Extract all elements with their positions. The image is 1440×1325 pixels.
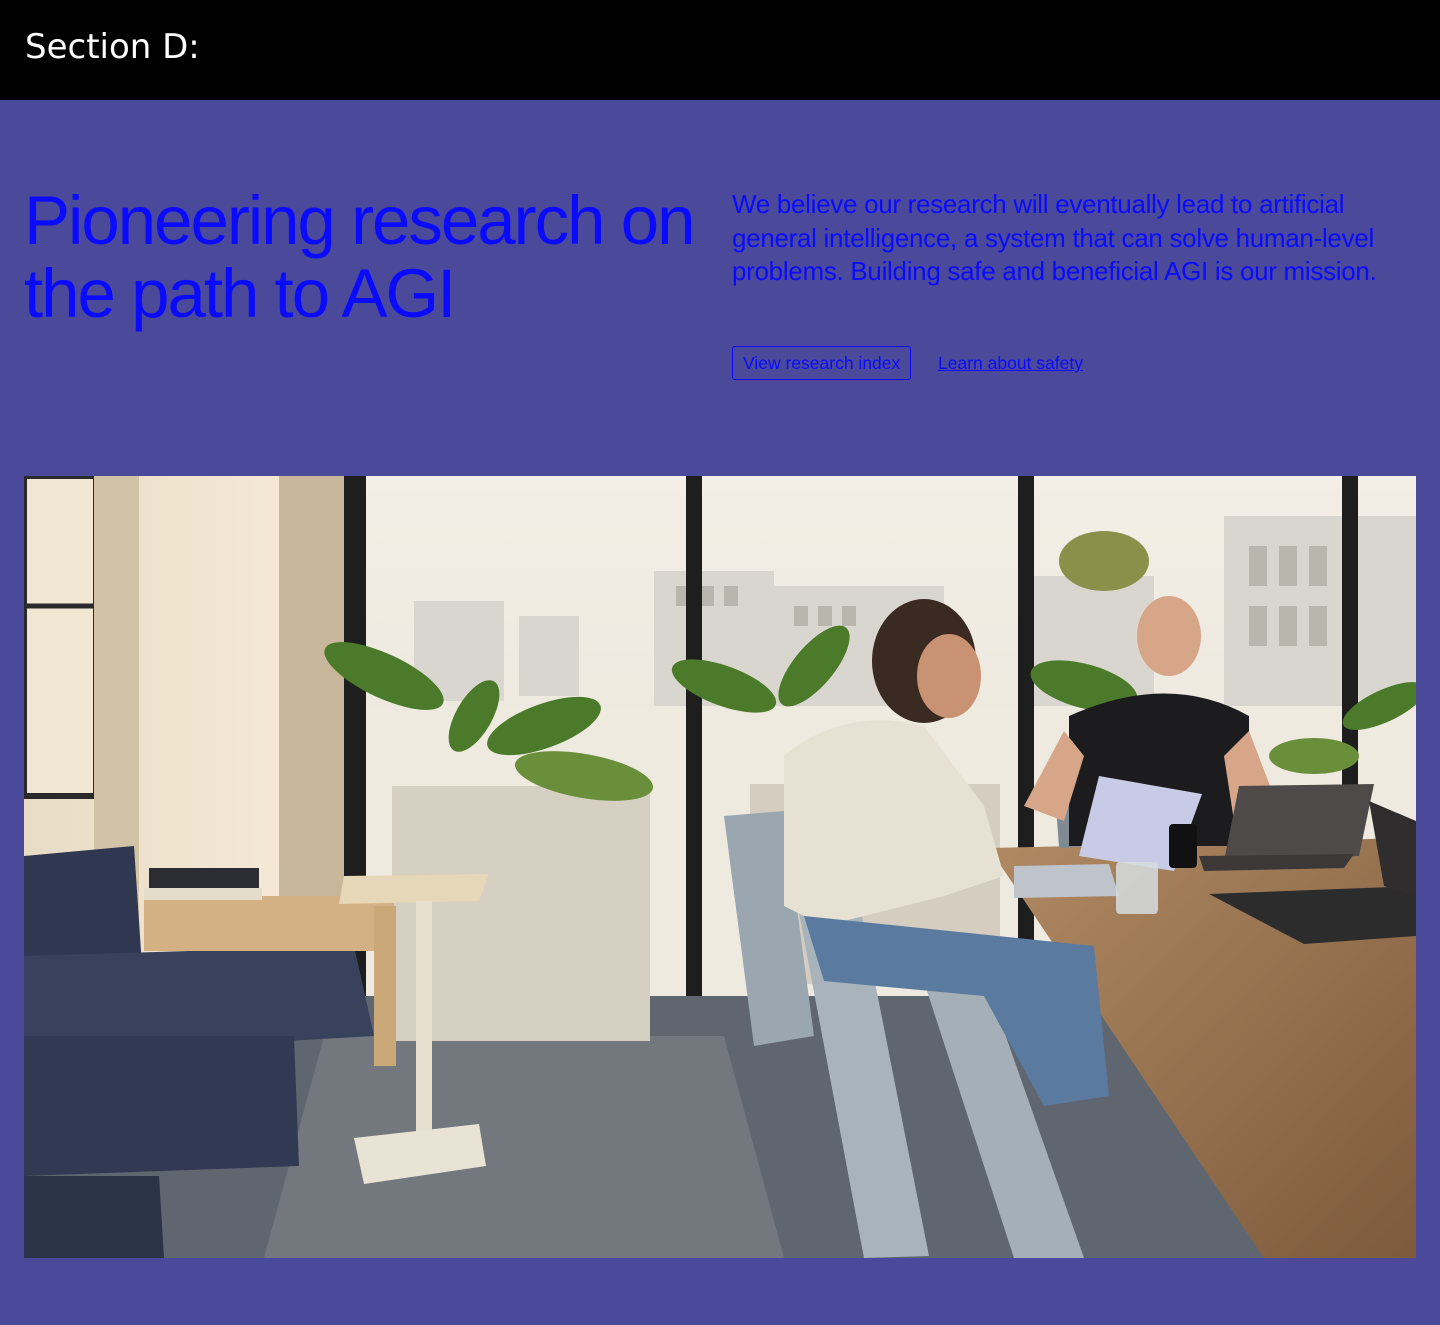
section-header-bar: Section D:: [0, 0, 1440, 100]
learn-about-safety-link[interactable]: Learn about safety: [938, 353, 1083, 373]
office-meeting-photo: [24, 476, 1416, 1258]
hero-headline: Pioneering research on the path to AGI: [24, 182, 695, 332]
section-label: Section D:: [25, 27, 200, 67]
view-research-index-button[interactable]: View research index: [732, 346, 912, 380]
hero-section: Pioneering research on the path to AGI W…: [0, 100, 1440, 1325]
hero-description: We believe our research will eventually …: [732, 189, 1377, 286]
